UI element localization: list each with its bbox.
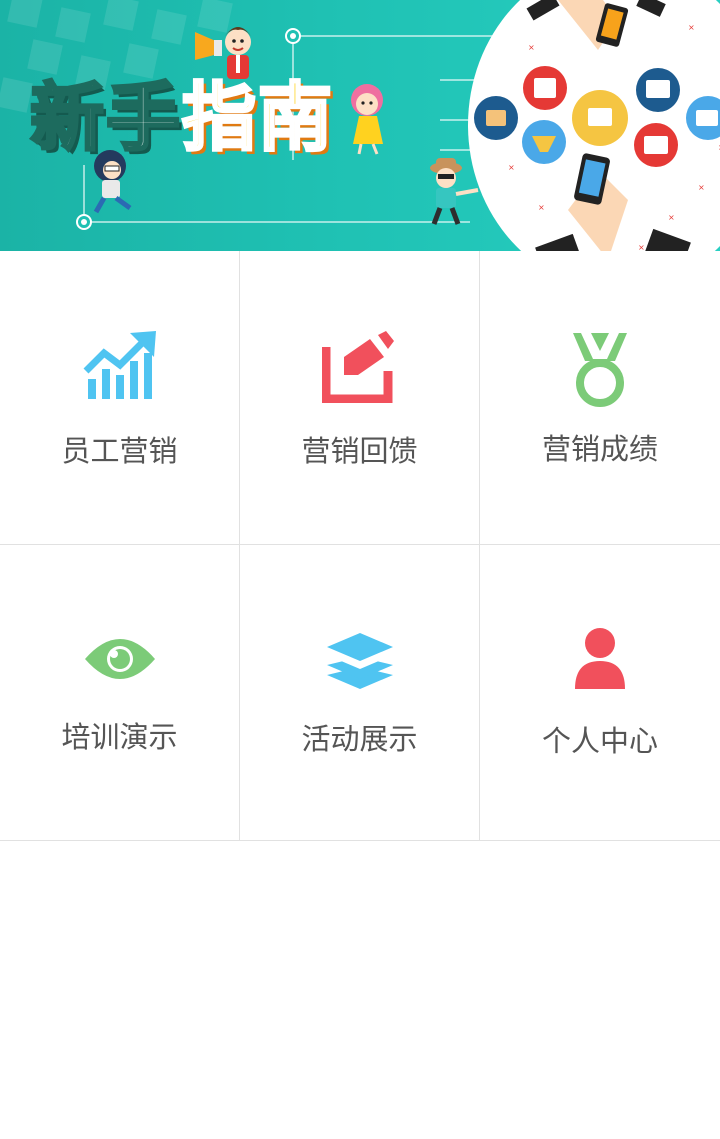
- menu-item-personal-center[interactable]: 个人中心: [480, 545, 720, 841]
- menu-item-label: 活动展示: [301, 722, 418, 756]
- menu-item-label: 培训演示: [61, 720, 178, 754]
- menu-item-marketing-feedback[interactable]: 营销回馈: [240, 251, 480, 545]
- menu-item-label: 营销成绩: [541, 432, 658, 466]
- banner-title: 新手指南: [29, 72, 334, 164]
- edit-box-icon: [321, 331, 394, 403]
- menu-item-marketing-results[interactable]: 营销成绩: [480, 251, 720, 545]
- user-icon: [575, 628, 625, 689]
- banner-title-part2: 指南: [181, 74, 334, 163]
- banner[interactable]: 新手指南 × × × × × × ×: [0, 0, 720, 251]
- menu-item-label: 个人中心: [541, 724, 658, 758]
- menu-item-employee-marketing[interactable]: 员工营销: [0, 251, 240, 545]
- svg-text:×: ×: [508, 163, 515, 172]
- layers-icon: [326, 633, 393, 689]
- megaphone-man-illustration: [195, 27, 251, 79]
- menu-item-training-demo[interactable]: 培训演示: [0, 545, 240, 841]
- medal-icon: [573, 333, 627, 407]
- svg-text:×: ×: [668, 213, 675, 222]
- svg-text:×: ×: [638, 243, 645, 251]
- eye-icon: [84, 639, 155, 679]
- menu-item-label: 员工营销: [61, 434, 178, 468]
- svg-text:×: ×: [528, 43, 535, 52]
- menu-item-label: 营销回馈: [301, 434, 418, 468]
- svg-text:×: ×: [688, 23, 695, 32]
- svg-text:×: ×: [698, 183, 705, 192]
- social-circle-illustration: ××× ××× ××× ×××: [468, 0, 720, 251]
- menu-grid: 员工营销 营销回馈 营销成绩 培训演示 活动展示 个人中心: [0, 251, 720, 841]
- running-boy-illustration: [93, 150, 132, 214]
- menu-item-activity-showcase[interactable]: 活动展示: [240, 545, 480, 841]
- chart-growth-icon: [83, 331, 156, 399]
- svg-text:×: ×: [538, 203, 545, 212]
- girl-illustration: [351, 84, 383, 155]
